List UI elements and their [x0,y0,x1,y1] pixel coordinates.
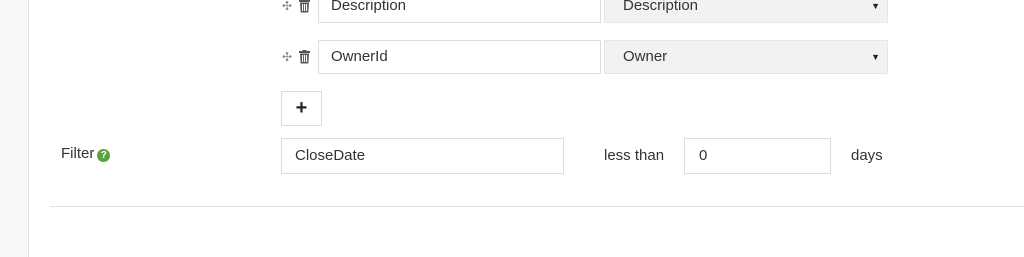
filter-label-text: Filter [61,145,95,162]
add-field-button[interactable]: + [281,91,322,126]
field-mapping-select[interactable]: Owner ▼ [604,40,888,74]
question-circle-icon[interactable]: ? [97,149,111,162]
filter-field-input[interactable]: CloseDate [281,138,564,174]
field-mapping-value: Description [623,0,699,14]
move-icon[interactable]: ✣ [281,0,293,12]
move-icon[interactable]: ✣ [281,51,293,63]
filter-operator-label: less than [604,147,665,164]
filter-days-input[interactable]: 0 [684,138,831,174]
trash-icon[interactable] [298,50,311,64]
field-mapping-value: Owner [623,48,668,65]
filter-unit-label: days [851,147,883,164]
field-name-input[interactable]: OwnerId [318,40,601,74]
page: ✣ Description Description ▼ ✣ OwnerId Ow… [0,0,1024,257]
field-name-input[interactable]: Description [318,0,601,23]
divider [50,206,1024,207]
field-mapping-select[interactable]: Description ▼ [604,0,888,23]
trash-icon[interactable] [298,0,311,13]
filter-label: Filter? [61,145,111,163]
caret-down-icon: ▼ [871,1,880,11]
left-sidebar-edge [0,0,29,257]
caret-down-icon: ▼ [871,52,880,62]
